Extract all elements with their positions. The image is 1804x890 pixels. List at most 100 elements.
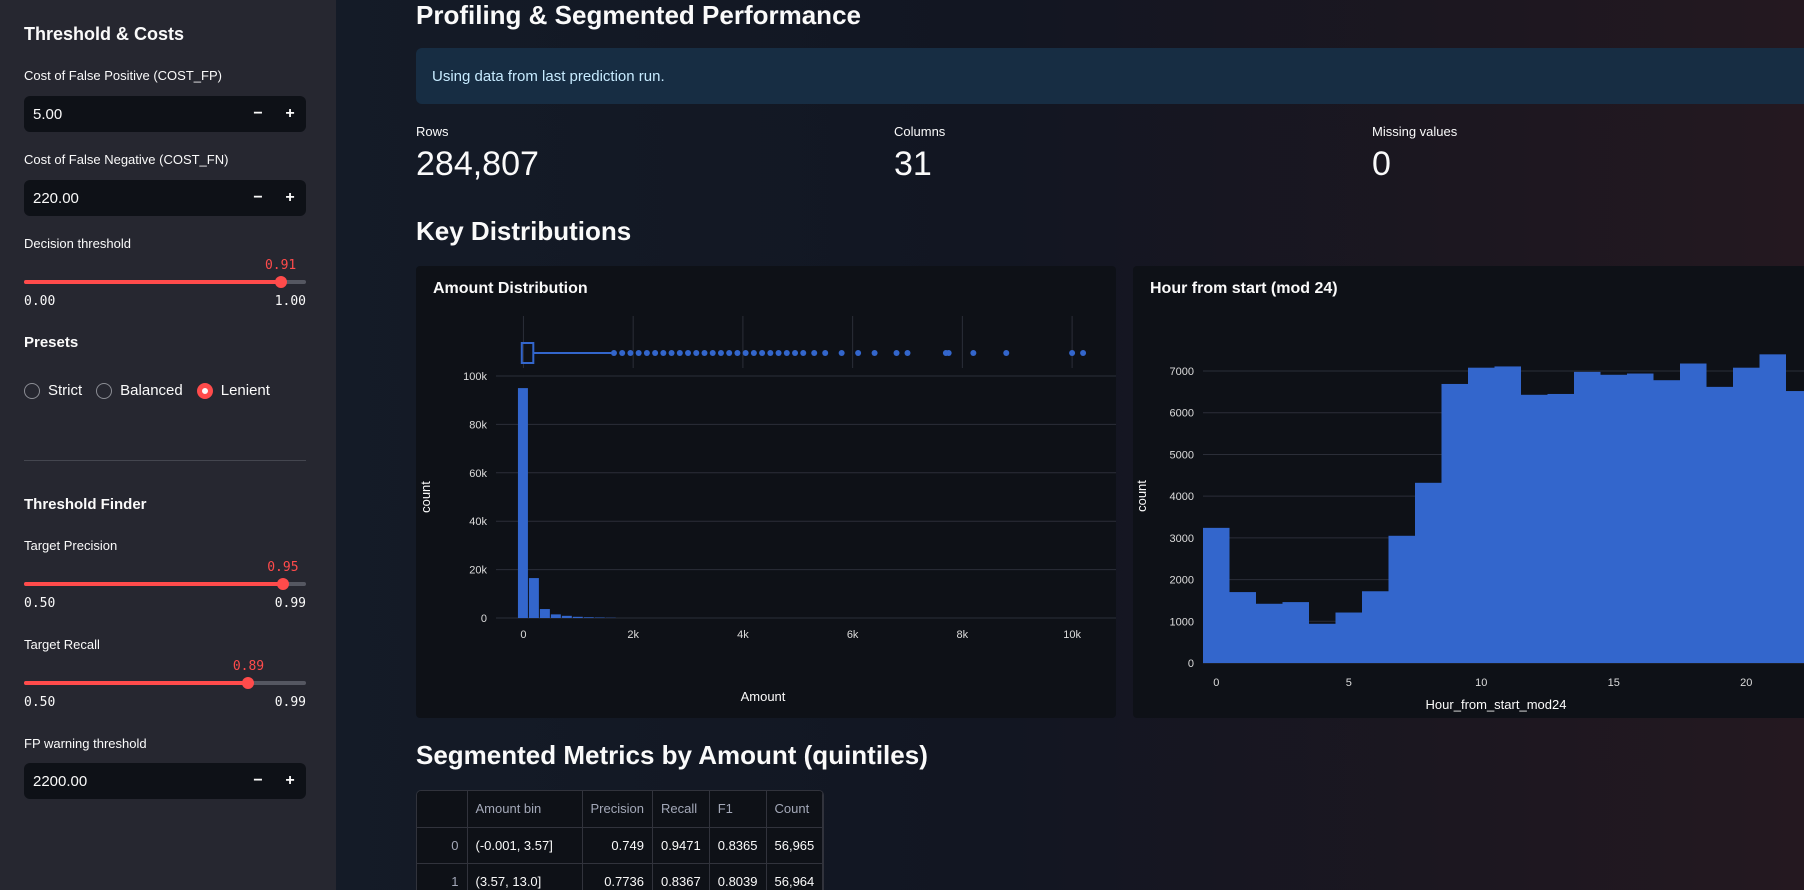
cell-amount-bin: (-0.001, 3.57] xyxy=(467,827,583,864)
box-plot-outlier xyxy=(652,350,659,356)
sidebar: Threshold & Costs Cost of False Positive… xyxy=(0,0,336,890)
cell-count: 56,964 xyxy=(766,863,824,890)
fp-warning-label: FP warning threshold xyxy=(24,736,147,751)
preset-balanced-label: Balanced xyxy=(120,382,183,399)
x-tick-label: 15 xyxy=(1608,677,1620,689)
preset-balanced-radio[interactable]: Balanced xyxy=(96,382,183,399)
slider-fill xyxy=(24,681,249,685)
histogram-bar xyxy=(1309,623,1336,663)
table-row[interactable]: 0 (-0.001, 3.57] 0.749 0.9471 0.8365 56,… xyxy=(417,827,824,864)
x-axis-label: Hour_from_start_mod24 xyxy=(1426,697,1567,712)
cost-fn-input[interactable]: 220.00 − + xyxy=(24,180,306,216)
column-header-index[interactable] xyxy=(417,791,468,828)
histogram-bar xyxy=(1335,612,1362,663)
target-precision-slider[interactable]: 0.95 0.50 0.99 xyxy=(24,556,306,611)
slider-min: 0.00 xyxy=(24,294,56,309)
cell-precision: 0.7736 xyxy=(582,863,653,890)
slider-max: 1.00 xyxy=(274,294,306,309)
radio-circle[interactable] xyxy=(24,382,40,399)
radio-circle-selected[interactable] xyxy=(196,382,213,399)
box-plot-outlier xyxy=(800,350,807,356)
cell-f1: 0.8365 xyxy=(709,827,767,864)
cell-recall: 0.8367 xyxy=(652,863,710,890)
decision-threshold-slider[interactable]: 0.91 0.00 1.00 xyxy=(24,254,306,309)
x-tick-label: 6k xyxy=(847,629,859,641)
thresholds-heading: Threshold & Costs xyxy=(24,24,185,44)
y-tick-label: 6000 xyxy=(1170,408,1194,420)
cost-fp-value[interactable]: 5.00 xyxy=(24,106,242,123)
y-axis-label: count xyxy=(1134,480,1149,512)
amount-distribution-chart[interactable]: 0 20k 40k 60k 80k 100k 0 2k 4k 6k 8k 10k Amount count xyxy=(416,266,1116,718)
x-tick-label: 0 xyxy=(1213,677,1219,689)
box-plot-outlier xyxy=(1080,350,1087,356)
histogram-bar xyxy=(1256,603,1283,663)
slider-thumb[interactable] xyxy=(274,276,287,288)
histogram-bar xyxy=(1547,393,1574,663)
box-plot-outlier xyxy=(759,350,766,356)
cost-fp-decrement-button[interactable]: − xyxy=(242,96,274,132)
histogram-bar xyxy=(1229,592,1256,663)
box-plot-outlier xyxy=(660,350,667,356)
histogram-bar xyxy=(539,609,550,618)
amount-chart-card: 0 20k 40k 60k 80k 100k 0 2k 4k 6k 8k 10k Amount count… xyxy=(416,266,1116,718)
target-recall-label: Target Recall xyxy=(24,637,100,652)
histogram-bar xyxy=(517,388,528,618)
box-plot-outlier xyxy=(685,350,692,356)
cost-fn-increment-button[interactable]: + xyxy=(274,180,306,216)
histogram-bar xyxy=(572,616,583,618)
column-header-f1[interactable]: F1 xyxy=(709,791,767,828)
radio-circle[interactable] xyxy=(96,382,113,399)
column-header-precision[interactable]: Precision xyxy=(582,791,653,828)
cell-amount-bin: (3.57, 13.0] xyxy=(467,863,583,890)
fp-warning-value[interactable]: 2200.00 xyxy=(24,773,242,790)
y-tick-label: 4000 xyxy=(1170,491,1194,503)
target-recall-slider[interactable]: 0.89 0.50 0.99 xyxy=(24,655,306,710)
fp-warning-decrement-button[interactable]: − xyxy=(242,763,274,799)
chart-title: Amount Distribution xyxy=(433,280,588,297)
page-title: Profiling & Segmented Performance xyxy=(416,0,861,30)
threshold-finder-heading: Threshold Finder xyxy=(24,496,147,513)
presets-heading: Presets xyxy=(24,334,79,351)
fp-warning-input[interactable]: 2200.00 − + xyxy=(24,763,306,799)
cost-fp-input[interactable]: 5.00 − + xyxy=(24,96,306,132)
metric-value: 284,807 xyxy=(416,145,539,183)
cost-fn-decrement-button[interactable]: − xyxy=(242,180,274,216)
fp-warning-increment-button[interactable]: + xyxy=(274,763,306,799)
x-tick-label: 4k xyxy=(737,629,749,641)
box-plot-outlier xyxy=(619,350,626,356)
preset-lenient-radio[interactable]: Lenient xyxy=(196,382,270,399)
cost-fp-increment-button[interactable]: + xyxy=(274,96,306,132)
slider-thumb[interactable] xyxy=(242,677,255,689)
histogram-bar xyxy=(1759,354,1786,663)
histogram-bar xyxy=(1627,373,1654,663)
y-tick-label: 3000 xyxy=(1170,533,1194,545)
box-plot-outlier xyxy=(1069,350,1076,356)
preset-strict-radio[interactable]: Strict xyxy=(24,382,82,399)
x-tick-label: 0 xyxy=(520,629,526,641)
box-plot-outlier xyxy=(893,350,900,356)
y-tick-label: 2000 xyxy=(1170,575,1194,587)
column-header-count[interactable]: Count xyxy=(766,791,824,828)
column-header-recall[interactable]: Recall xyxy=(652,791,710,828)
hour-distribution-chart[interactable]: 0 1000 2000 3000 4000 5000 6000 7000 0 5 10 15 20 Hou… xyxy=(1133,266,1804,718)
box-plot-outlier xyxy=(643,350,650,356)
segmented-metrics-table[interactable]: Amount bin Precision Recall F1 Count 0 (… xyxy=(416,790,825,890)
x-tick-label: 5 xyxy=(1346,677,1352,689)
cell-f1: 0.8039 xyxy=(709,863,767,890)
box-plot-outlier xyxy=(904,350,911,356)
slider-thumb[interactable] xyxy=(276,578,289,590)
table-row[interactable]: 1 (3.57, 13.0] 0.7736 0.8367 0.8039 56,9… xyxy=(417,863,824,890)
y-axis-label: count xyxy=(418,481,433,513)
histogram-bar xyxy=(1574,371,1601,663)
slider-value: 0.91 xyxy=(264,258,297,273)
info-banner: Using data from last prediction run. xyxy=(416,48,1804,104)
box-plot-outlier xyxy=(635,350,642,356)
y-tick-label: 60k xyxy=(469,468,487,480)
preset-strict-label: Strict xyxy=(48,382,83,399)
metric-missing: Missing values 0 xyxy=(1372,124,1457,184)
cell-count: 56,965 xyxy=(766,827,824,864)
hour-chart-card: 0 1000 2000 3000 4000 5000 6000 7000 0 5 10 15 20 Hou… xyxy=(1133,266,1804,718)
column-header-amount-bin[interactable]: Amount bin xyxy=(467,791,583,828)
cost-fn-value[interactable]: 220.00 xyxy=(24,190,242,207)
cell-index: 0 xyxy=(417,827,468,864)
